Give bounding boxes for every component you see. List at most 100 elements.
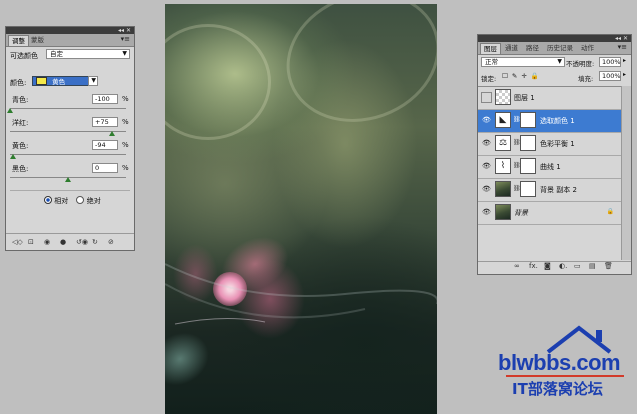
- layer-row[interactable]: 图层 1: [478, 87, 622, 110]
- layer-mask-thumbnail[interactable]: [520, 112, 536, 128]
- fill-label: 填充:: [578, 75, 594, 83]
- chevron-right-icon[interactable]: ▸: [623, 71, 626, 78]
- layers-tab[interactable]: 通道: [502, 43, 521, 54]
- layer-thumbnail: [495, 181, 511, 197]
- preset-value: 自定: [50, 50, 63, 58]
- slider-value-input[interactable]: +75: [92, 117, 118, 127]
- tab-adjustments[interactable]: 调整: [8, 35, 29, 46]
- slider-label: 黄色:: [12, 142, 29, 150]
- layer-name: 选取颜色 1: [540, 117, 575, 125]
- color-select[interactable]: 黄色: [32, 76, 92, 86]
- eye-icon[interactable]: 👁: [481, 138, 492, 149]
- document-canvas[interactable]: [165, 4, 437, 414]
- layer-row[interactable]: 👁 ⚖ ⛓ 色彩平衡 1: [478, 133, 622, 156]
- layer-name: 背景: [514, 209, 528, 217]
- layer-thumbnail: [495, 89, 511, 105]
- layers-tab[interactable]: 历史记录: [544, 43, 576, 54]
- panel-collapse-close-icon[interactable]: ◂◂ ✕: [615, 35, 628, 42]
- layers-footer-icon[interactable]: ◙: [544, 262, 551, 270]
- slider-value-input[interactable]: 0: [92, 163, 118, 173]
- layer-row[interactable]: 👁 ⌇ ⛓ 曲线 1: [478, 156, 622, 179]
- layers-footer-icon[interactable]: 🗑: [604, 262, 613, 270]
- adjust-footer-toolbar: ◁◇ ⊡ ◉ ● ↺◉ ↻ ⊘: [6, 238, 134, 248]
- layers-footer-icon[interactable]: ▭: [574, 262, 581, 270]
- layer-list: 图层 1 👁 ◣ ⛓ 选取颜色 1 👁 ⚖ ⛓ 色彩平衡 1 👁 ⌇ ⛓ 曲线 1 👁 ⛓ 背景 副本 2 👁 背…: [478, 86, 622, 261]
- slider-track[interactable]: [10, 108, 126, 109]
- adjust-footer-icon[interactable]: ◁◇: [12, 238, 23, 246]
- layers-tab[interactable]: 路径: [523, 43, 542, 54]
- eye-icon[interactable]: 👁: [481, 161, 492, 172]
- chevron-right-icon[interactable]: ▸: [623, 57, 626, 64]
- radio-relative-label: 相对: [54, 197, 69, 205]
- adjust-footer-icon[interactable]: ↻: [92, 238, 98, 246]
- layers-tab[interactable]: 图层: [480, 43, 501, 54]
- color-value: 黄色: [52, 78, 66, 86]
- layer-mask-thumbnail[interactable]: [520, 181, 536, 197]
- adjustments-panel: ◂◂ ✕ 调整 蒙版 ▾≡ 可选颜色 自定 ▼ 颜色: 黄色 ▼ 相对 绝对 ◁…: [5, 26, 135, 251]
- slider-label: 洋红:: [12, 119, 29, 127]
- chevron-down-icon: ▼: [91, 77, 96, 84]
- lock-options-icons[interactable]: ☐ ✎ ✛ 🔒: [502, 72, 540, 80]
- layers-footer-icon[interactable]: ▤: [589, 262, 596, 270]
- slider-track[interactable]: [10, 154, 126, 155]
- layers-tab[interactable]: 动作: [578, 43, 597, 54]
- layer-row[interactable]: 👁 ⛓ 背景 副本 2: [478, 179, 622, 202]
- panel-collapse-close-icon[interactable]: ◂◂ ✕: [118, 27, 131, 34]
- eye-icon[interactable]: 👁: [481, 207, 492, 218]
- percent-unit: %: [122, 141, 129, 149]
- divider: [10, 190, 130, 191]
- panel-grip[interactable]: ◂◂ ✕: [478, 35, 631, 42]
- adjust-footer-icon[interactable]: ◉: [44, 238, 50, 246]
- color-swatch: [36, 77, 47, 85]
- slider-thumb[interactable]: [65, 177, 71, 182]
- layers-footer-icon[interactable]: ∞: [514, 262, 520, 270]
- chevron-down-icon: ▼: [557, 58, 562, 65]
- panel-menu-icon[interactable]: ▾≡: [618, 43, 627, 51]
- layers-footer-icon[interactable]: fx.: [529, 262, 538, 270]
- slider-label: 青色:: [12, 96, 29, 104]
- slider-thumb[interactable]: [7, 108, 13, 113]
- lock-label: 锁定:: [481, 75, 497, 83]
- eye-icon[interactable]: 👁: [481, 115, 492, 126]
- layer-thumbnail: [495, 204, 511, 220]
- panel-grip[interactable]: ◂◂ ✕: [6, 27, 134, 34]
- layer-name: 曲线 1: [540, 163, 561, 171]
- adjust-footer-icon[interactable]: ●: [60, 238, 66, 246]
- fill-input[interactable]: 100%: [599, 71, 621, 81]
- layers-footer-toolbar: ∞ fx. ◙ ◐. ▭ ▤ 🗑: [478, 262, 631, 272]
- blend-mode-select[interactable]: 正常 ▼: [481, 57, 565, 67]
- watermark-site-name: IT部落窝论坛: [512, 380, 603, 398]
- adjustment-layer-icon: ◣: [495, 112, 511, 128]
- light-streaks: [165, 263, 437, 325]
- slider-value-input[interactable]: -94: [92, 140, 118, 150]
- slider-thumb[interactable]: [108, 131, 115, 136]
- color-label: 颜色:: [10, 79, 27, 87]
- layer-list-scrollbar[interactable]: [621, 86, 631, 260]
- layers-tab-bar: ▾≡ 图层 通道 路径 历史记录 动作: [478, 42, 631, 55]
- layer-row[interactable]: 👁 背景 🔒: [478, 202, 622, 225]
- layers-footer-icon[interactable]: ◐.: [559, 262, 567, 270]
- eye-icon[interactable]: 👁: [481, 184, 492, 195]
- adjust-footer-icon[interactable]: ⊘: [108, 238, 114, 246]
- percent-unit: %: [122, 95, 129, 103]
- adjust-footer-icon[interactable]: ⊡: [28, 238, 34, 246]
- opacity-input[interactable]: 100%: [599, 57, 621, 67]
- layer-mask-thumbnail[interactable]: [520, 135, 536, 151]
- watermark: blwbbs.com IT部落窝论坛: [494, 322, 634, 412]
- opacity-label: 不透明度:: [566, 60, 595, 68]
- chevron-down-icon: ▼: [122, 50, 127, 57]
- method-radio-group: 相对 绝对: [44, 196, 101, 206]
- layer-mask-thumbnail[interactable]: [520, 158, 536, 174]
- slider-thumb[interactable]: [10, 154, 17, 159]
- radio-absolute[interactable]: [76, 196, 85, 204]
- radio-relative[interactable]: [44, 196, 52, 204]
- panel-menu-icon[interactable]: ▾≡: [121, 35, 130, 43]
- preset-select[interactable]: 自定 ▼: [46, 49, 130, 59]
- eye-icon[interactable]: [481, 92, 492, 103]
- watermark-underline: [506, 375, 624, 377]
- tab-masks[interactable]: 蒙版: [28, 35, 47, 46]
- color-dropdown-button[interactable]: ▼: [88, 76, 98, 86]
- slider-value-input[interactable]: -100: [92, 94, 118, 104]
- layer-row[interactable]: 👁 ◣ ⛓ 选取颜色 1: [478, 110, 622, 133]
- adjust-footer-icon[interactable]: ↺◉: [76, 238, 88, 246]
